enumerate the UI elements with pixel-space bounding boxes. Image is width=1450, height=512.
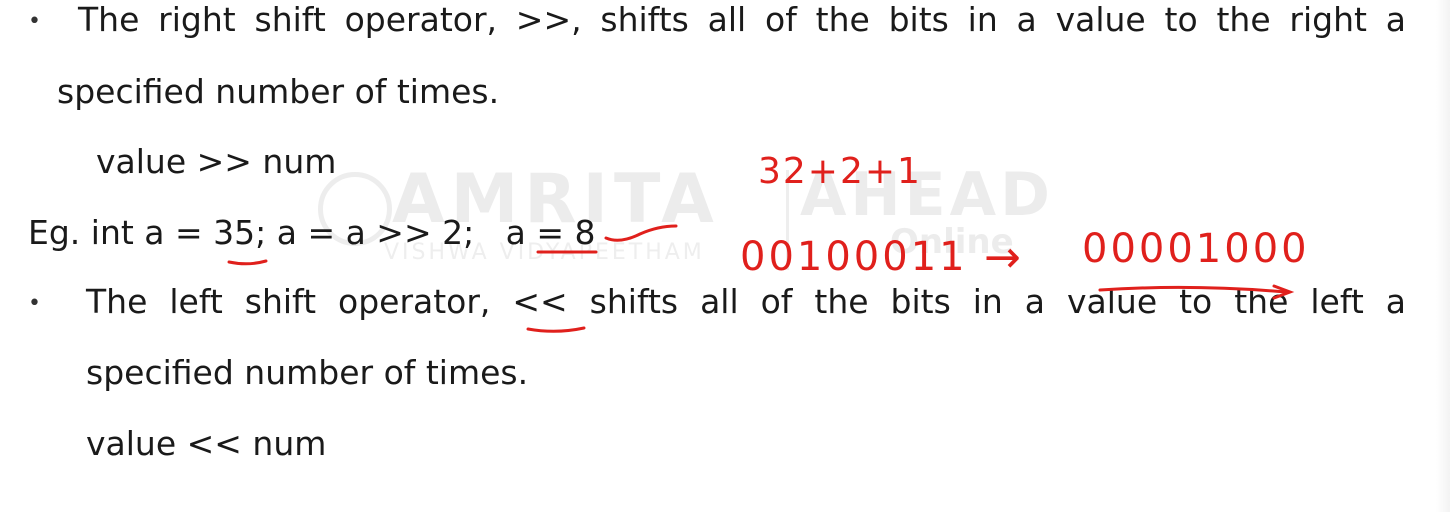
annotation-sum: 32+2+1: [758, 151, 922, 192]
slide-edge: [1436, 0, 1450, 512]
slide: AMRITA VISHWA VIDYAPEETHAM AHEAD Online …: [0, 0, 1450, 512]
underline-35: [227, 259, 268, 266]
annotation-arrow-icon: →: [984, 232, 1021, 283]
annotation-binary-before: 00100011: [740, 234, 968, 280]
underline-left-shift-operator: [526, 326, 586, 333]
annotation-binary-after: 00001000: [1082, 226, 1310, 272]
check-mark-icon: [604, 224, 678, 242]
shift-direction-line: [1098, 285, 1288, 294]
handwriting-overlay: 32+2+1 00100011 → 00001000: [227, 151, 1310, 333]
